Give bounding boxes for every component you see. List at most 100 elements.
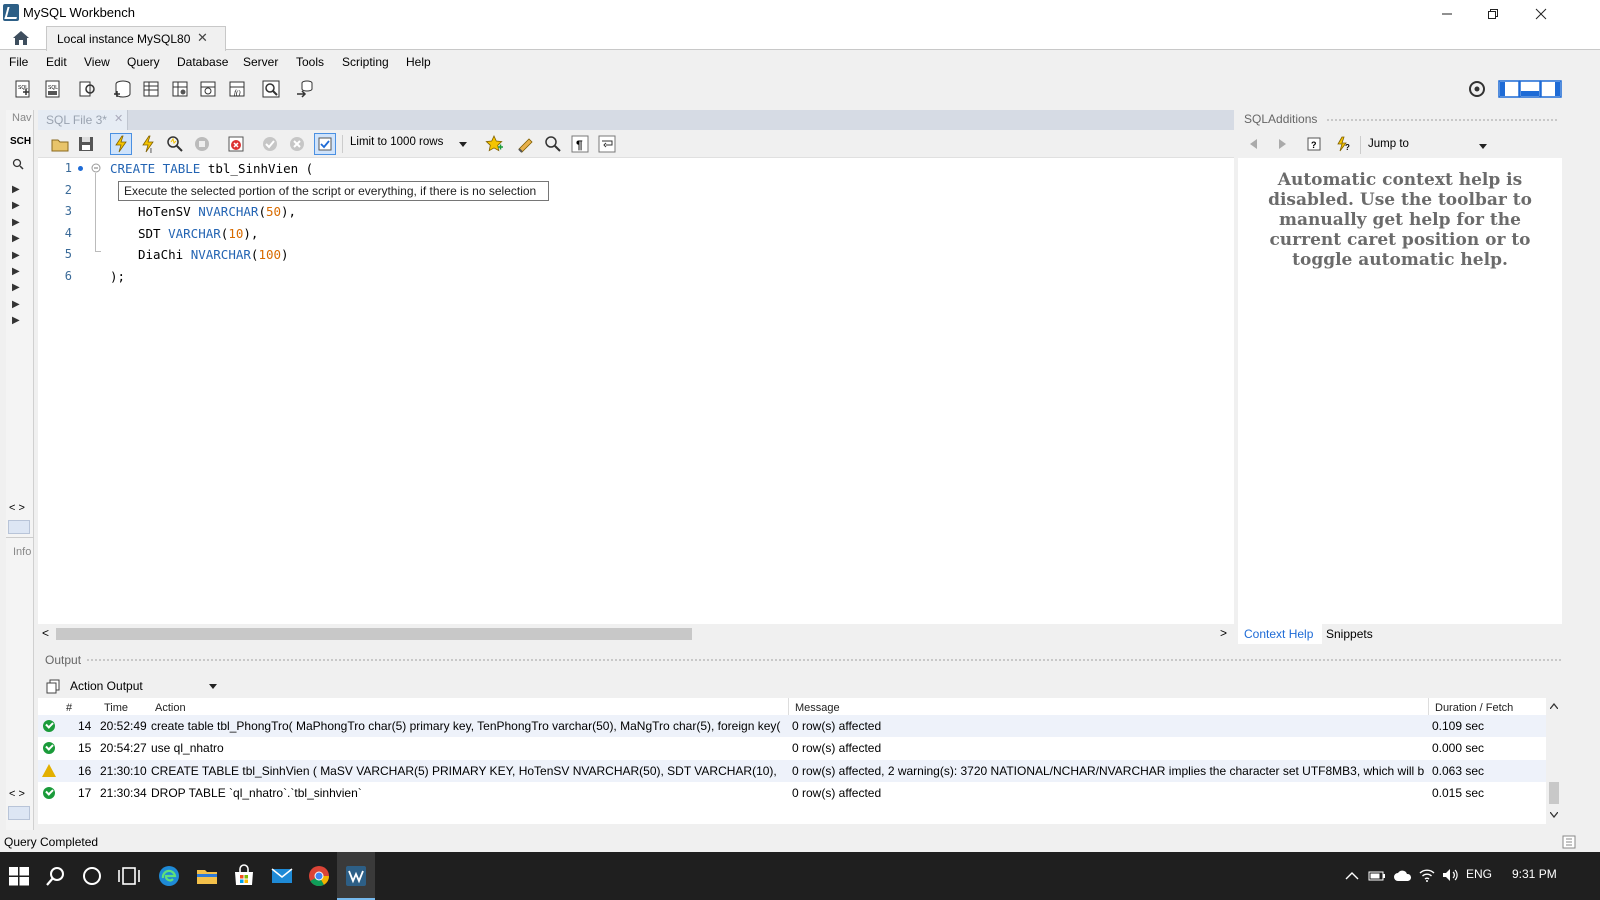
menu-file[interactable]: File [9, 55, 28, 69]
create-table-icon[interactable] [140, 78, 162, 100]
search-table-data-icon[interactable] [260, 78, 282, 100]
table-row[interactable]: 14 20:52:49 create table tbl_PhongTro( M… [38, 715, 1546, 737]
home-tab[interactable] [0, 26, 42, 50]
input-language[interactable]: ENG [1466, 867, 1492, 881]
sql-file-tab[interactable]: SQL File 3* ✕ [38, 110, 128, 130]
create-function-icon[interactable]: f() [226, 78, 248, 100]
file-explorer-icon[interactable] [195, 864, 219, 888]
info-tab-label[interactable]: Info [13, 546, 31, 558]
save-icon[interactable] [76, 134, 96, 154]
close-sql-tab-icon[interactable]: ✕ [114, 112, 123, 125]
scroll-up-icon[interactable] [1550, 703, 1558, 709]
restore-button[interactable] [1470, 0, 1516, 28]
close-tab-icon[interactable]: ✕ [197, 30, 208, 46]
output-type-select[interactable]: Action Output [70, 679, 143, 693]
menu-edit[interactable]: Edit [46, 55, 67, 69]
mail-icon[interactable] [270, 864, 294, 888]
chevron-down-icon[interactable] [209, 684, 217, 690]
invisible-characters-icon[interactable]: ¶ [570, 134, 590, 154]
col-action[interactable]: Action [155, 702, 186, 714]
wifi-icon[interactable] [1418, 867, 1436, 883]
cortana-icon[interactable] [80, 864, 104, 888]
clock[interactable]: 9:31 PM [1512, 867, 1557, 881]
col-time[interactable]: Time [104, 702, 128, 714]
find-icon[interactable] [543, 134, 563, 154]
menu-help[interactable]: Help [406, 55, 431, 69]
chevron-up-icon[interactable] [1345, 870, 1359, 882]
auto-help-toggle-icon[interactable]: ? [1334, 136, 1352, 152]
scrollbar-thumb[interactable] [56, 628, 692, 640]
col-duration[interactable]: Duration / Fetch [1435, 702, 1513, 714]
execute-statement-icon[interactable]: I [138, 134, 158, 154]
menu-database[interactable]: Database [177, 55, 228, 69]
menu-scripting[interactable]: Scripting [342, 55, 389, 69]
explain-icon[interactable] [165, 134, 185, 154]
table-row[interactable]: 17 21:30:34 DROP TABLE `ql_nhatro`.`tbl_… [38, 782, 1546, 804]
col-message[interactable]: Message [795, 702, 840, 714]
minimize-button[interactable] [1424, 0, 1470, 28]
new-sql-tab-icon[interactable]: SQL [12, 78, 34, 100]
editor-horizontal-scrollbar[interactable]: < > [38, 624, 1234, 644]
reconnect-icon[interactable] [294, 78, 316, 100]
volume-icon[interactable] [1441, 867, 1459, 883]
chrome-icon[interactable] [307, 864, 331, 888]
connection-tab[interactable]: Local instance MySQL80 ✕ [46, 26, 226, 51]
close-button[interactable] [1518, 0, 1564, 28]
open-sql-script-icon[interactable]: SQL [42, 78, 64, 100]
sidebar-toggle-icon[interactable] [1562, 835, 1576, 849]
table-row[interactable]: 16 21:30:10 CREATE TABLE tbl_SinhVien ( … [38, 760, 1546, 782]
schema-tree-expanders[interactable]: ▶ ▶ ▶ ▶ ▶ ▶ ▶ ▶ ▶ [12, 182, 20, 330]
menu-tools[interactable]: Tools [296, 55, 324, 69]
chevron-down-icon[interactable] [1479, 144, 1487, 150]
toggle-stop-on-error-icon[interactable] [226, 134, 246, 154]
chevron-down-icon[interactable] [459, 142, 467, 148]
autocommit-toggle-button[interactable] [314, 133, 336, 155]
jump-to-select[interactable]: Jump to [1368, 138, 1409, 150]
microsoft-store-icon[interactable] [232, 864, 256, 888]
search-icon[interactable] [12, 158, 24, 170]
stop-icon[interactable] [192, 134, 212, 154]
create-procedure-icon[interactable] [197, 78, 219, 100]
edge-browser-icon[interactable] [157, 864, 181, 888]
output-vertical-scrollbar[interactable] [1546, 698, 1562, 824]
search-icon[interactable] [44, 864, 68, 888]
commit-icon[interactable] [260, 134, 280, 154]
battery-icon[interactable] [1368, 869, 1386, 883]
navigator-tab-label[interactable]: Nav [12, 112, 32, 124]
task-view-icon[interactable] [117, 864, 141, 888]
back-arrow-icon[interactable] [1248, 138, 1260, 150]
inspector-icon[interactable] [76, 78, 98, 100]
col-number[interactable]: # [66, 702, 72, 714]
rollback-icon[interactable] [287, 134, 307, 154]
execute-button[interactable] [110, 133, 132, 155]
scroll-down-icon[interactable] [1550, 812, 1558, 818]
copy-icon[interactable] [45, 678, 61, 694]
nav-scroll-button[interactable] [8, 520, 30, 534]
mysql-workbench-taskbar-button[interactable] [337, 852, 375, 900]
preferences-icon[interactable] [1466, 78, 1488, 100]
menu-view[interactable]: View [84, 55, 110, 69]
add-snippet-icon[interactable] [484, 134, 504, 154]
word-wrap-icon[interactable] [597, 134, 617, 154]
scroll-left-icon[interactable]: < [42, 626, 49, 640]
nav-scroll-arrows[interactable]: < > [9, 502, 25, 514]
tab-context-help[interactable]: Context Help [1238, 624, 1322, 644]
tab-snippets[interactable]: Snippets [1326, 627, 1373, 641]
sql-code-editor[interactable]: 1 2 3 4 5 6 CREATE TABLE tbl_SinhVien ( … [38, 158, 1234, 624]
limit-rows-select[interactable]: Limit to 1000 rows [350, 136, 443, 148]
menu-query[interactable]: Query [127, 55, 160, 69]
manual-help-icon[interactable]: ? [1306, 136, 1322, 152]
panel-layout-toggle-icon[interactable] [1498, 78, 1562, 100]
scroll-right-icon[interactable]: > [1220, 626, 1227, 640]
open-file-icon[interactable] [50, 134, 70, 154]
windows-start-icon[interactable] [7, 864, 31, 888]
table-row[interactable]: 15 20:54:27 use ql_nhatro 0 row(s) affec… [38, 737, 1546, 759]
menu-server[interactable]: Server [243, 55, 278, 69]
create-schema-icon[interactable] [112, 78, 134, 100]
create-view-icon[interactable] [169, 78, 191, 100]
info-scroll-arrows[interactable]: < > [9, 788, 25, 800]
beautify-icon[interactable] [516, 134, 536, 154]
info-scroll-button[interactable] [8, 806, 30, 820]
forward-arrow-icon[interactable] [1276, 138, 1288, 150]
onedrive-cloud-icon[interactable] [1393, 869, 1413, 883]
